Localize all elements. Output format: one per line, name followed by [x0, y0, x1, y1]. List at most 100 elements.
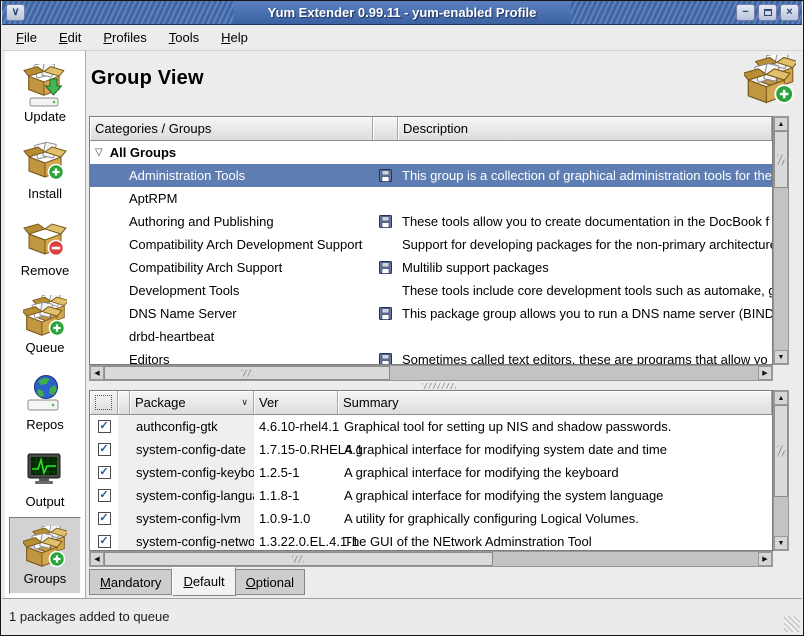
group-row[interactable]: Editors Sometimes called text editors, t… [90, 348, 772, 365]
group-row[interactable]: drbd-heartbeat [90, 325, 772, 348]
group-description: These tools allow you to create document… [398, 210, 772, 233]
sidebar-item-label: Install [28, 186, 62, 201]
sidebar-item-groups[interactable]: Groups [9, 517, 81, 594]
close-icon: × [786, 6, 792, 18]
menu-help[interactable]: Help [221, 30, 248, 45]
package-row[interactable]: ✓ system-config-date 1.7.15-0.RHEL4.1 A … [90, 438, 772, 461]
package-row[interactable]: ✓ system-config-lvm 1.0.9-1.0 A utility … [90, 507, 772, 530]
scroll-left-button[interactable]: ◀ [90, 366, 104, 380]
group-tree-pane: Categories / Groups Description ▽All Gro… [89, 116, 789, 381]
scroll-down-button[interactable]: ▼ [774, 536, 788, 550]
window-menu-button[interactable]: ∨ [6, 4, 25, 21]
package-name: authconfig-gtk [130, 415, 254, 438]
scroll-down-button[interactable]: ▼ [774, 350, 788, 364]
column-header-ver[interactable]: Ver [254, 391, 338, 414]
sidebar-item-repos[interactable]: Repos [9, 363, 81, 440]
package-row[interactable]: ✓ system-config-language 1.1.8-1 A graph… [90, 484, 772, 507]
package-view: Package∨ Ver Summary ✓ authconfig-gtk 4.… [89, 390, 773, 551]
splitter-grip-icon [422, 383, 456, 389]
vertical-scrollbar[interactable]: ▲ ▼ [773, 116, 789, 365]
group-row[interactable]: Compatibility Arch Development Support S… [90, 233, 772, 256]
scroll-right-button[interactable]: ▶ [758, 366, 772, 380]
menu-tools[interactable]: Tools [169, 30, 199, 45]
column-header-groups[interactable]: Categories / Groups [90, 117, 373, 140]
repos-icon [23, 372, 67, 416]
package-checkbox[interactable]: ✓ [98, 420, 111, 433]
horizontal-scrollbar[interactable]: ◀ ▶ [89, 551, 773, 567]
scroll-left-button[interactable]: ◀ [90, 552, 104, 566]
column-header-summary[interactable]: Summary [338, 391, 772, 414]
sidebar-item-remove[interactable]: Remove [9, 209, 81, 286]
horizontal-scrollbar[interactable]: ◀ ▶ [89, 365, 773, 381]
vertical-scrollbar[interactable]: ▲ ▼ [773, 390, 789, 551]
pane-splitter[interactable] [89, 381, 789, 390]
package-checkbox[interactable]: ✓ [98, 512, 111, 525]
package-version: 1.3.22.0.EL.4.1-1 [254, 530, 338, 551]
package-checkbox[interactable]: ✓ [98, 443, 111, 456]
column-header-package[interactable]: Package∨ [130, 391, 254, 414]
package-version: 1.2.5-1 [254, 461, 338, 484]
scrollbar-track[interactable] [774, 188, 788, 350]
scrollbar-track[interactable] [774, 497, 788, 536]
package-checkbox[interactable]: ✓ [98, 535, 111, 548]
package-row[interactable]: ✓ system-config-keyboard 1.2.5-1 A graph… [90, 461, 772, 484]
sidebar-item-output[interactable]: Output [9, 440, 81, 517]
scrollbar-track[interactable] [390, 366, 758, 380]
package-name: system-config-network [130, 530, 254, 551]
scroll-up-button[interactable]: ▲ [774, 391, 788, 405]
tab-mandatory[interactable]: Mandatory [89, 569, 172, 595]
arrow-down-icon: ▼ [778, 354, 785, 361]
close-button[interactable]: × [780, 4, 799, 21]
minimize-icon: − [742, 6, 748, 18]
column-header-description[interactable]: Description [398, 117, 772, 140]
titlebar[interactable]: ∨ Yum Extender 0.99.11 - yum-enabled Pro… [2, 1, 802, 25]
scrollbar-thumb[interactable] [774, 131, 788, 188]
group-description: These tools include core development too… [398, 279, 772, 302]
resize-grip[interactable] [784, 616, 800, 632]
minimize-button[interactable]: − [736, 4, 755, 21]
column-header-installed[interactable] [373, 117, 398, 140]
group-root-row[interactable]: ▽All Groups [90, 141, 772, 164]
sidebar-item-queue[interactable]: Queue [9, 286, 81, 363]
output-icon [23, 449, 67, 493]
menu-edit[interactable]: Edit [59, 30, 81, 45]
app-window: ∨ Yum Extender 0.99.11 - yum-enabled Pro… [0, 0, 804, 636]
tab-optional[interactable]: Optional [236, 569, 305, 595]
scroll-right-button[interactable]: ▶ [758, 552, 772, 566]
group-name: Compatibility Arch Support [90, 256, 373, 279]
group-row[interactable]: DNS Name Server This package group allow… [90, 302, 772, 325]
package-name: system-config-lvm [130, 507, 254, 530]
group-row[interactable]: Compatibility Arch Support Multilib supp… [90, 256, 772, 279]
package-summary: A graphical interface for modifying the … [338, 484, 772, 507]
package-summary: The GUI of the NEtwork Adminstration Too… [338, 530, 772, 551]
update-icon [23, 64, 67, 108]
column-header-spacer[interactable] [118, 391, 130, 414]
expander-icon[interactable]: ▽ [95, 147, 103, 158]
menu-profiles[interactable]: Profiles [103, 30, 146, 45]
page-title: Group View [91, 67, 204, 90]
column-header-select[interactable] [90, 391, 118, 414]
group-row[interactable]: Development Tools These tools include co… [90, 279, 772, 302]
sidebar-item-update[interactable]: Update [9, 55, 81, 132]
group-row[interactable]: Authoring and Publishing These tools all… [90, 210, 772, 233]
package-checkbox[interactable]: ✓ [98, 489, 111, 502]
scrollbar-thumb[interactable] [774, 405, 788, 497]
group-name: drbd-heartbeat [90, 325, 373, 348]
maximize-button[interactable] [758, 4, 777, 21]
sidebar-item-label: Repos [26, 417, 64, 432]
scroll-up-button[interactable]: ▲ [774, 117, 788, 131]
installed-icon [379, 169, 392, 182]
package-checkbox[interactable]: ✓ [98, 466, 111, 479]
group-row[interactable]: Administration Tools This group is a col… [90, 164, 772, 187]
package-row[interactable]: ✓ system-config-network 1.3.22.0.EL.4.1-… [90, 530, 772, 551]
group-row[interactable]: AptRPM [90, 187, 772, 210]
menu-file[interactable]: File [16, 30, 37, 45]
package-name: system-config-date [130, 438, 254, 461]
scrollbar-track[interactable] [493, 552, 758, 566]
scrollbar-thumb[interactable] [104, 552, 493, 566]
sidebar-item-install[interactable]: Install [9, 132, 81, 209]
package-row[interactable]: ✓ authconfig-gtk 4.6.10-rhel4.1 Graphica… [90, 415, 772, 438]
scrollbar-thumb[interactable] [104, 366, 390, 380]
group-tree-header: Categories / Groups Description [90, 117, 772, 141]
tab-default[interactable]: Default [172, 567, 235, 596]
